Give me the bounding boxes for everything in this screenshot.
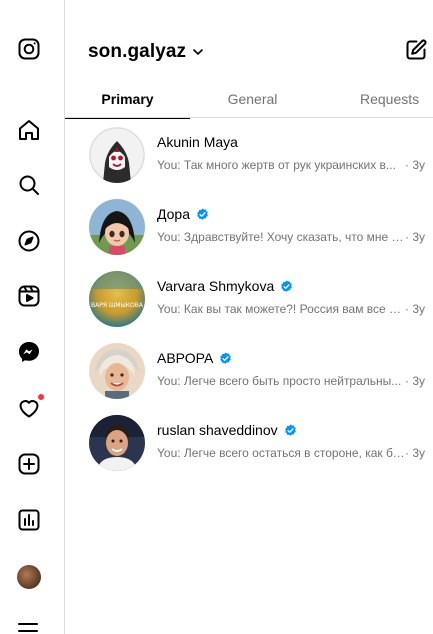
- message-time: · 3y: [405, 230, 426, 244]
- conversation-row[interactable]: Дора You: Здравствуйте! Хочу сказать, чт…: [65, 190, 433, 262]
- chevron-down-icon: [192, 46, 204, 58]
- contact-name: Akunin Maya: [157, 134, 238, 150]
- contact-name: ruslan shaveddinov: [157, 422, 278, 438]
- conversation-row[interactable]: Akunin Maya You: Так много жертв от рук …: [65, 118, 433, 190]
- avatar: [89, 415, 145, 471]
- tab-requests[interactable]: Requests: [315, 80, 433, 118]
- create-plus-icon[interactable]: [16, 451, 42, 477]
- avatar: [89, 199, 145, 255]
- contact-name: Дора: [157, 206, 190, 222]
- menu-icon[interactable]: [18, 623, 38, 634]
- verified-badge-icon: [196, 207, 209, 221]
- message-time: · 3y: [405, 446, 426, 460]
- messages-header: son.galyaz: [65, 0, 433, 70]
- search-icon[interactable]: [16, 172, 42, 198]
- contact-name: АВРОРА: [157, 350, 214, 366]
- account-switcher[interactable]: son.galyaz: [88, 41, 204, 63]
- conversation-name: Varvara Shmykova: [157, 278, 293, 294]
- message-preview: You: Легче всего остаться в стороне, как…: [157, 446, 405, 460]
- verified-badge-icon: [284, 423, 297, 437]
- inbox-tabs: Primary General Requests: [65, 80, 433, 119]
- messenger-icon[interactable]: [16, 339, 42, 365]
- conversation-row[interactable]: ВАРЯ ШМЫКОВА Varvara Shmykova You: Как в…: [65, 262, 433, 334]
- conversation-list: Akunin Maya You: Так много жертв от рук …: [65, 118, 433, 478]
- sidebar-nav: [0, 0, 65, 634]
- contact-name: Varvara Shmykova: [157, 278, 275, 294]
- conversation-row[interactable]: АВРОРА You: Легче всего быть просто нейт…: [65, 334, 433, 406]
- message-time: · 3y: [405, 302, 426, 316]
- avatar-caption: ВАРЯ ШМЫКОВА: [91, 302, 144, 309]
- conversation-name: АВРОРА: [157, 350, 232, 366]
- conversation-row[interactable]: ruslan shaveddinov You: Легче всего оста…: [65, 406, 433, 478]
- conversation-name: Akunin Maya: [157, 134, 238, 150]
- dashboard-icon[interactable]: [16, 507, 42, 533]
- message-time: · 3y: [405, 158, 426, 172]
- message-time: · 3y: [405, 374, 426, 388]
- message-preview: You: Легче всего быть просто нейтральны.…: [157, 374, 402, 388]
- verified-badge-icon: [219, 351, 232, 365]
- avatar: [89, 343, 145, 399]
- home-icon[interactable]: [16, 117, 42, 143]
- message-preview: You: Как вы так можете?! Россия вам все …: [157, 302, 405, 316]
- tab-primary[interactable]: Primary: [65, 80, 190, 119]
- direct-messages-app: son.galyaz Primary General Requests Akun…: [0, 0, 433, 634]
- profile-avatar[interactable]: [17, 565, 41, 589]
- conversation-name: Дора: [157, 206, 209, 222]
- message-preview: You: Здравствуйте! Хочу сказать, что мне…: [157, 230, 405, 244]
- verified-badge-icon: [280, 279, 293, 293]
- avatar: [89, 127, 145, 183]
- heart-notifications-icon[interactable]: [16, 393, 45, 421]
- account-name: son.galyaz: [88, 41, 187, 62]
- new-message-icon[interactable]: [404, 38, 430, 64]
- reels-icon[interactable]: [16, 283, 42, 309]
- notification-dot: [37, 393, 45, 401]
- conversation-name: ruslan shaveddinov: [157, 422, 297, 438]
- tab-general[interactable]: General: [190, 80, 315, 118]
- avatar: ВАРЯ ШМЫКОВА: [89, 271, 145, 327]
- instagram-logo-icon[interactable]: [16, 36, 42, 62]
- message-preview: You: Так много жертв от рук украинских в…: [157, 158, 396, 172]
- explore-compass-icon[interactable]: [16, 228, 42, 254]
